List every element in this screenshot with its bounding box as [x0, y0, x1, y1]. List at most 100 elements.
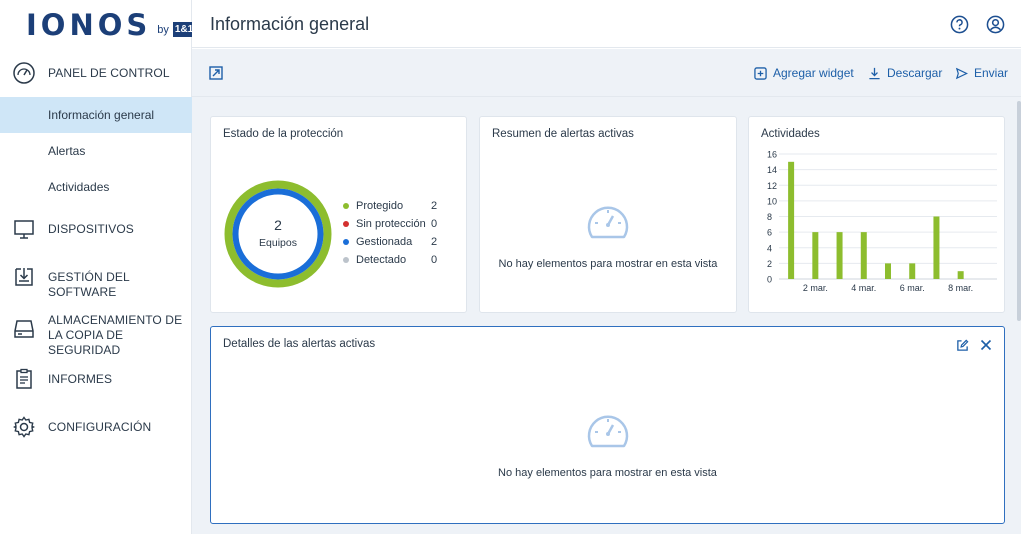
protection-status-card: Estado de la protección 2 Equipos Proteg… — [210, 116, 467, 313]
monitor-icon — [14, 220, 34, 239]
activity-bar[interactable] — [860, 232, 867, 279]
nav-actividades[interactable]: Actividades — [0, 169, 192, 205]
legend-detectado: Detectado 0 — [343, 254, 443, 266]
top-header: Información general — [192, 0, 1021, 48]
nav-informes-label: INFORMES — [48, 372, 113, 386]
add-square-icon — [754, 66, 767, 80]
legend-value: 0 — [431, 254, 438, 266]
protection-donut — [224, 180, 332, 288]
nav-dispositivos-label: DISPOSITIVOS — [48, 222, 134, 236]
x-tick-label: 8 mar. — [948, 283, 973, 293]
nav-gestion-software[interactable]: GESTIÓN DEL SOFTWARE — [0, 265, 192, 299]
page-title: Información general — [210, 14, 370, 34]
sidebar: IONOS by 1&1 PANEL DE CONTROL Informació… — [0, 0, 196, 534]
activities-bar-chart: 0 2 4 6 8 10 12 14 16 2 mar. 4 mar. 6 mar. 8 mar. — [767, 150, 997, 293]
activity-bar[interactable] — [812, 232, 819, 279]
nav-informacion-general[interactable]: Información general — [0, 97, 192, 133]
activity-bar[interactable] — [788, 161, 795, 279]
logo-by-text: by — [157, 24, 169, 36]
empty-state: No hay elementos para mostrar en esta vi… — [211, 463, 1004, 481]
legend-value: 0 — [431, 218, 438, 230]
nav-almacenamiento-label-2: LA COPIA DE SEGURIDAD — [48, 328, 124, 357]
y-tick-label: 4 — [767, 243, 772, 253]
y-tick-label: 10 — [767, 196, 777, 206]
logo-wordmark: IONOS — [26, 8, 152, 42]
empty-state: No hay elementos para mostrar en esta vi… — [480, 254, 736, 272]
legend-sin-proteccion: Sin protección 0 — [343, 218, 443, 230]
main-content: Agregar widget Descargar Enviar Estado d… — [192, 49, 1021, 534]
card-title: Actividades — [761, 128, 820, 140]
legend-label: Gestionada — [356, 236, 413, 248]
y-tick-label: 2 — [767, 259, 772, 269]
nav-sub-label: Actividades — [48, 180, 110, 194]
nav-software-label: GESTIÓN DEL SOFTWARE — [48, 270, 130, 299]
storage-drive-icon — [14, 320, 34, 338]
edit-icon[interactable] — [956, 339, 969, 352]
software-install-icon — [15, 268, 33, 286]
activity-bar[interactable] — [957, 271, 964, 279]
activity-bar[interactable] — [836, 232, 843, 279]
legend-dot — [343, 203, 349, 209]
nav-panel-de-control[interactable]: PANEL DE CONTROL — [0, 61, 192, 85]
legend-label: Detectado — [356, 254, 407, 266]
nav-sub-label: Información general — [48, 108, 155, 122]
download-icon — [869, 67, 880, 79]
help-icon[interactable] — [950, 15, 969, 34]
add-widget-button[interactable]: Agregar widget — [754, 66, 854, 80]
activity-bar[interactable] — [885, 263, 891, 279]
download-button[interactable]: Descargar — [868, 66, 942, 80]
nav-informes[interactable]: INFORMES — [0, 367, 192, 391]
add-widget-label: Agregar widget — [773, 66, 854, 80]
activity-bar[interactable] — [933, 216, 940, 280]
nav-almacenamiento-label-1: ALMACENAMIENTO DE — [48, 313, 183, 327]
send-label: Enviar — [974, 66, 1009, 80]
dashboard-toolbar: Agregar widget Descargar Enviar — [192, 49, 1021, 97]
y-tick-label: 16 — [767, 150, 777, 160]
legend-label: Sin protección — [356, 218, 426, 230]
download-label: Descargar — [887, 66, 943, 80]
device-count: 2 — [274, 217, 282, 233]
send-button[interactable]: Enviar — [955, 66, 1008, 80]
close-icon[interactable] — [980, 339, 992, 351]
legend-label: Protegido — [356, 200, 404, 212]
nav-sub-label: Alertas — [48, 144, 86, 158]
expand-icon[interactable] — [209, 66, 223, 80]
x-tick-label: 6 mar. — [900, 283, 925, 293]
x-tick-label: 4 mar. — [851, 283, 876, 293]
legend-dot — [343, 221, 349, 227]
nav-dispositivos[interactable]: DISPOSITIVOS — [0, 217, 192, 241]
legend-value: 2 — [431, 236, 438, 248]
activities-card: Actividades 0 2 4 6 8 10 12 14 16 2 mar. 4 mar. 6 m… — [748, 116, 1005, 313]
card-title: Resumen de alertas activas — [492, 128, 634, 140]
legend-protegido: Protegido 2 — [343, 200, 443, 212]
card-title: Detalles de las alertas activas — [223, 338, 376, 350]
legend-dot — [343, 257, 349, 263]
report-clipboard-icon — [16, 368, 32, 389]
y-tick-label: 12 — [767, 181, 777, 191]
dashboard-gauge-icon — [13, 62, 35, 84]
card-title: Estado de la protección — [223, 128, 344, 140]
nav-configuracion-label: CONFIGURACIÓN — [48, 420, 152, 434]
y-tick-label: 6 — [767, 228, 772, 238]
legend-dot — [343, 239, 349, 245]
y-tick-label: 8 — [767, 212, 772, 222]
legend-value: 2 — [431, 200, 438, 212]
x-tick-label: 2 mar. — [803, 283, 828, 293]
empty-gauge-icon — [587, 415, 629, 448]
empty-state-text: No hay elementos para mostrar en esta vi… — [498, 258, 718, 270]
nav-configuracion[interactable]: CONFIGURACIÓN — [0, 415, 192, 439]
empty-state-text: No hay elementos para mostrar en esta vi… — [498, 467, 717, 479]
ionos-logo[interactable]: IONOS by 1&1 — [26, 8, 196, 42]
user-account-icon[interactable] — [986, 15, 1005, 34]
nav-almacenamiento[interactable]: ALMACENAMIENTO DE LA COPIA DE SEGURIDAD — [0, 313, 192, 357]
scrollbar[interactable] — [1017, 101, 1021, 321]
activity-bar[interactable] — [909, 263, 916, 279]
y-tick-label: 0 — [767, 275, 772, 285]
active-alerts-summary-card: Resumen de alertas activas No hay elemen… — [479, 116, 737, 313]
nav-panel-label: PANEL DE CONTROL — [48, 66, 170, 80]
legend-gestionada: Gestionada 2 — [343, 236, 443, 248]
active-alerts-details-card: Detalles de las alertas activas No hay e… — [210, 326, 1005, 524]
nav-alertas[interactable]: Alertas — [0, 133, 192, 169]
gear-icon — [13, 416, 35, 438]
send-icon — [955, 67, 968, 79]
